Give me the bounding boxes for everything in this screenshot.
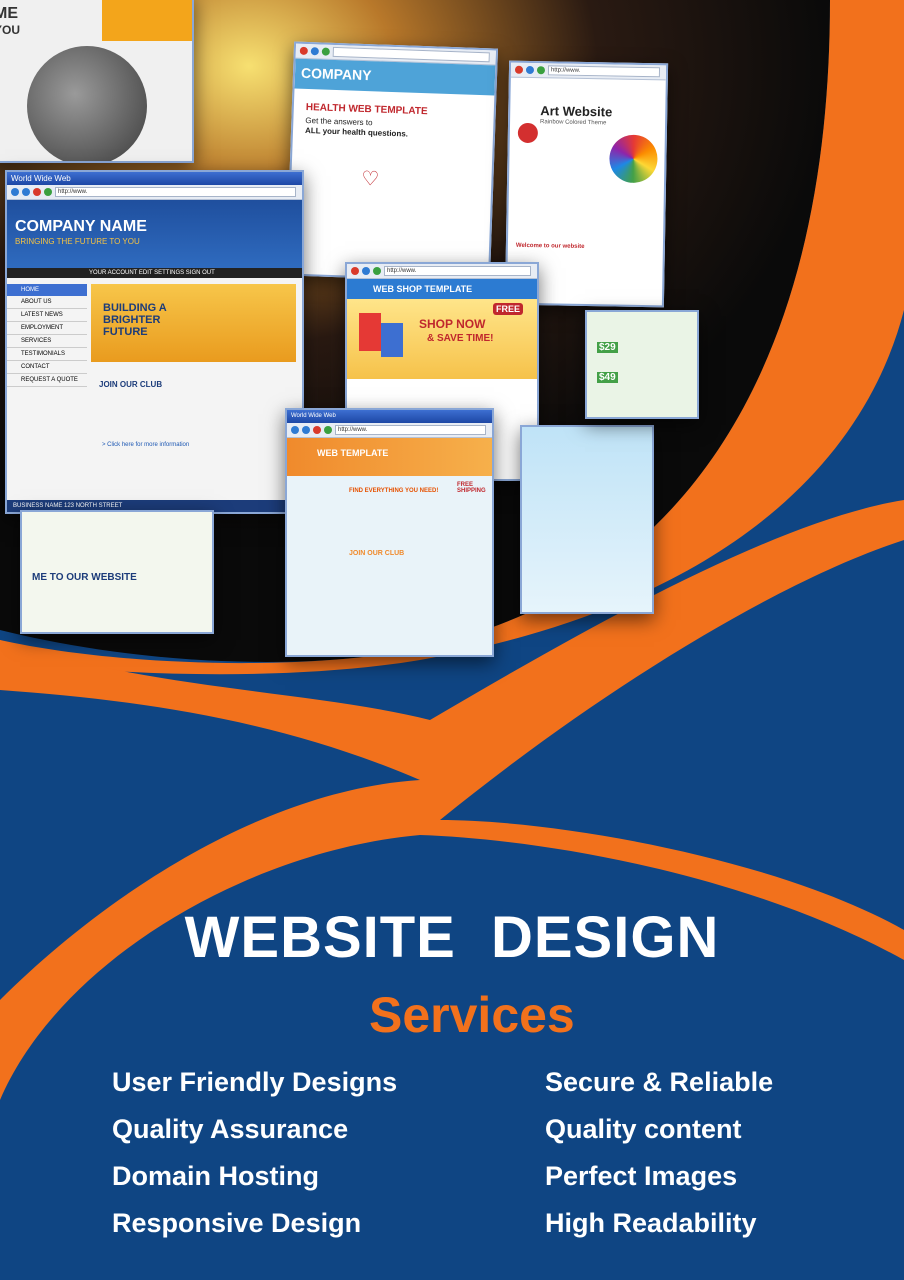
art-subtitle: Rainbow Colored Theme — [540, 119, 607, 127]
company-more: > Click here for more information — [102, 442, 190, 448]
screen-price: $29 $49 — [585, 310, 699, 419]
company-club: JOIN OUR CLUB — [99, 380, 163, 389]
shop-hero: SHOP NOW & SAVE TIME! FREE — [347, 299, 537, 379]
template-header: WEB TEMPLATE — [287, 438, 492, 476]
company-tagline: BRINGING THE FUTURE TO YOU — [15, 237, 140, 246]
list-item: Quality content — [545, 1114, 742, 1144]
list-item: Quality Assurance — [112, 1114, 349, 1144]
company-top-links: YOUR ACCOUNT EDIT SETTINGS SIGN OUT — [7, 268, 302, 278]
health-heading: HEALTH WEB TEMPLATE — [305, 101, 428, 118]
health-company: COMPANY — [294, 58, 496, 96]
heart-icon: ♡ — [361, 167, 380, 191]
shop-heading: WEB SHOP TEMPLATE — [347, 279, 537, 299]
screen-welcome: ME TO OUR WEBSITE — [20, 510, 214, 634]
list-item: High Readability — [545, 1208, 757, 1238]
screen-company: World Wide Web http://www. COMPANY NAME … — [5, 170, 304, 514]
template-free: FREE SHIPPING — [457, 482, 486, 494]
window-title: World Wide Web — [7, 172, 302, 185]
art-title: Art Website — [540, 103, 613, 120]
paint-splash — [517, 122, 539, 144]
template-find: FIND EVERYTHING YOU NEED! — [349, 488, 439, 494]
orange-block — [102, 0, 192, 41]
shopping-bags — [359, 313, 381, 351]
company-hero: BUILDING A BRIGHTER FUTURE — [91, 284, 296, 362]
screen-green — [520, 425, 654, 614]
screen-header-text: ME YOU — [0, 5, 21, 38]
list-item: Perfect Images — [545, 1161, 738, 1191]
color-wheel — [609, 134, 658, 184]
health-line2: ALL your health questions. — [304, 125, 409, 139]
page-title: WEBSITE DESIGN — [184, 905, 720, 970]
services-right-list: Secure & Reliable Quality content Perfec… — [545, 1062, 773, 1250]
list-item: User Friendly Designs — [112, 1067, 398, 1097]
company-header: COMPANY NAME BRINGING THE FUTURE TO YOU — [7, 200, 302, 268]
list-item: Responsive Design — [112, 1208, 362, 1238]
screen-top-left: ME YOU — [0, 0, 194, 163]
screen-web-template: World Wide Web http://www. WEB TEMPLATE … — [285, 408, 494, 657]
list-item: Domain Hosting — [112, 1161, 319, 1191]
services-left-list: User Friendly Designs Quality Assurance … — [112, 1062, 397, 1250]
company-name: COMPANY NAME — [15, 218, 147, 235]
free-badge: FREE — [493, 303, 524, 315]
screen-health: COMPANY HEALTH WEB TEMPLATE Get the answ… — [285, 41, 499, 283]
list-item: Secure & Reliable — [545, 1067, 774, 1097]
page-subtitle: Services — [369, 987, 575, 1043]
art-welcome: Welcome to our website — [515, 242, 585, 250]
template-club: JOIN OUR CLUB — [349, 550, 405, 557]
company-nav: HOME ABOUT US LATEST NEWS EMPLOYMENT SER… — [7, 284, 87, 387]
globe-graphic — [27, 46, 147, 161]
